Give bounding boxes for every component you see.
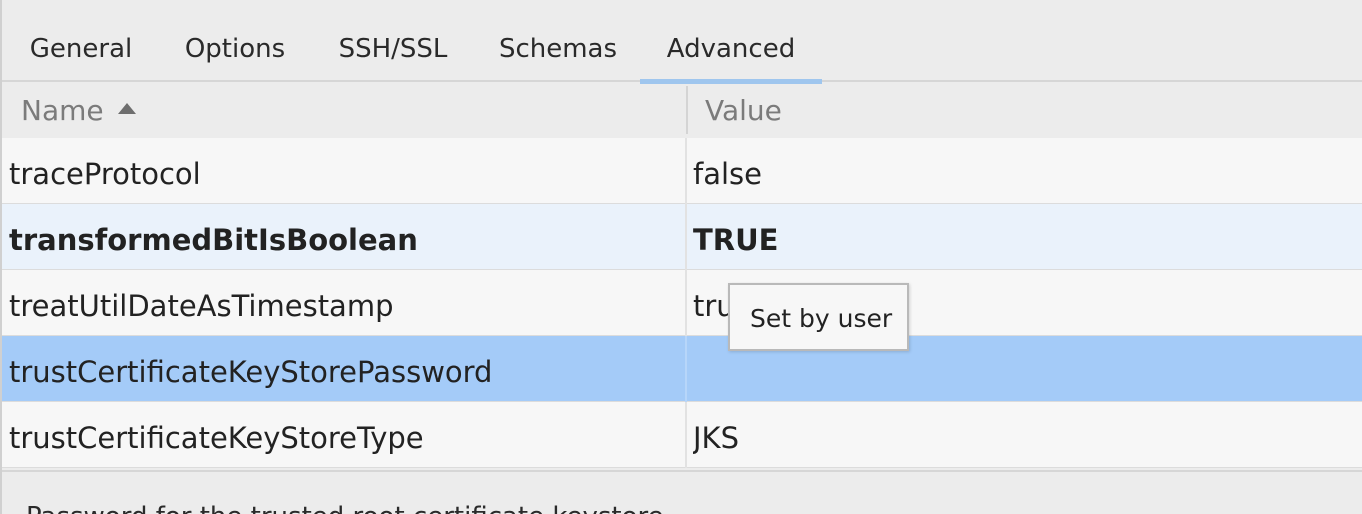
property-value[interactable]: false: [693, 138, 1353, 203]
table-row[interactable]: trustCertificateKeyStoreType JKS: [2, 402, 1362, 468]
column-header-name[interactable]: Name: [21, 84, 136, 138]
property-name: traceProtocol: [9, 157, 201, 191]
table-row[interactable]: treatUtilDateAsTimestamp tru: [2, 270, 1362, 336]
column-header-name-label: Name: [21, 94, 104, 127]
column-header-value[interactable]: Value: [705, 84, 782, 138]
tooltip: Set by user: [728, 283, 909, 351]
property-value[interactable]: JKS: [693, 402, 1353, 467]
property-name: treatUtilDateAsTimestamp: [9, 289, 394, 323]
data-source-properties-window: General Options SSH/SSL Schemas Advanced…: [0, 0, 1362, 514]
tab-options[interactable]: Options: [182, 30, 288, 82]
properties-table-body: traceProtocol false transformedBitIsBool…: [2, 138, 1362, 468]
sort-ascending-icon: [117, 103, 136, 114]
table-row[interactable]: transformedBitIsBoolean TRUE: [2, 204, 1362, 270]
column-divider: [685, 138, 687, 204]
tab-advanced[interactable]: Advanced: [640, 30, 822, 84]
tab-schemas[interactable]: Schemas: [498, 30, 618, 82]
property-value[interactable]: TRUE: [693, 204, 1353, 269]
table-row[interactable]: traceProtocol false: [2, 138, 1362, 204]
property-description: Password for the trusted root certificat…: [26, 502, 664, 514]
tab-general[interactable]: General: [28, 30, 134, 82]
table-row[interactable]: trustCertificateKeyStorePassword: [2, 336, 1362, 402]
property-description-panel: Password for the trusted root certificat…: [2, 470, 1362, 514]
tab-ssh-ssl[interactable]: SSH/SSL: [336, 30, 450, 82]
property-name: trustCertificateKeyStorePassword: [9, 355, 493, 389]
column-resize-handle[interactable]: [686, 86, 688, 134]
column-divider: [685, 204, 687, 270]
table-header: Name Value: [2, 84, 1362, 138]
column-divider: [685, 270, 687, 336]
column-divider: [685, 336, 687, 402]
column-divider: [685, 402, 687, 468]
tab-bar: General Options SSH/SSL Schemas Advanced: [2, 0, 1362, 84]
property-name: transformedBitIsBoolean: [9, 223, 418, 257]
property-name: trustCertificateKeyStoreType: [9, 421, 424, 455]
